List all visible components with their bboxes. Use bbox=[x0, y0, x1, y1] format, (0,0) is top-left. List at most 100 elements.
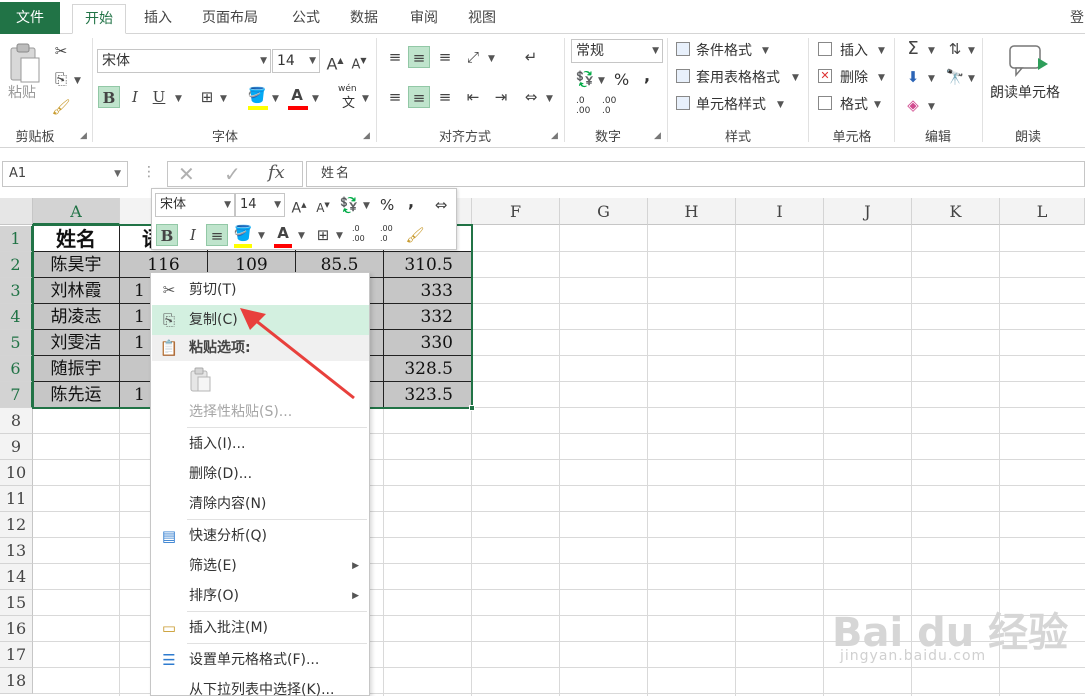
chevron-down-icon[interactable]: ▼ bbox=[928, 102, 935, 112]
increase-decimal-icon[interactable]: .0 .00 bbox=[352, 224, 365, 244]
clipboard-launcher-icon[interactable]: ◢ bbox=[80, 131, 87, 141]
row-header[interactable]: 13 bbox=[0, 538, 33, 564]
format-cells-icon[interactable] bbox=[818, 96, 832, 110]
cell-styles-icon[interactable] bbox=[676, 96, 690, 110]
number-launcher-icon[interactable]: ◢ bbox=[654, 131, 661, 141]
row-header[interactable]: 3 bbox=[0, 278, 33, 304]
fill-color-dropdown-icon[interactable]: ▼ bbox=[272, 94, 279, 104]
tab-review[interactable]: 审阅 bbox=[398, 4, 450, 34]
font-color-dropdown-icon[interactable]: ▼ bbox=[312, 94, 319, 104]
tab-home[interactable]: 开始 bbox=[72, 4, 126, 34]
row-header[interactable]: 7 bbox=[0, 382, 33, 408]
chevron-down-icon[interactable]: ▼ bbox=[792, 73, 799, 83]
increase-indent-icon[interactable]: ⇥ bbox=[490, 86, 512, 108]
format-as-table-button[interactable]: 套用表格格式 bbox=[696, 67, 780, 87]
increase-decimal-icon[interactable]: .0 .00 bbox=[576, 96, 590, 116]
column-header[interactable]: L bbox=[1000, 198, 1085, 225]
decrease-font-icon[interactable]: A▼ bbox=[312, 194, 334, 216]
table-format-icon[interactable] bbox=[676, 69, 690, 83]
paste-button-label[interactable]: 粘贴 bbox=[8, 82, 36, 102]
speak-cells-icon[interactable] bbox=[1008, 44, 1050, 78]
bold-icon[interactable]: B bbox=[156, 224, 178, 246]
borders-icon[interactable]: ⊞ bbox=[312, 224, 334, 246]
align-center-icon[interactable]: ≡ bbox=[408, 86, 430, 108]
insert-cells-button[interactable]: 插入 bbox=[840, 40, 868, 60]
column-header[interactable]: G bbox=[560, 198, 648, 225]
accounting-format-icon[interactable]: 💱 bbox=[338, 194, 360, 216]
column-header[interactable]: K bbox=[912, 198, 1000, 225]
font-name-combo[interactable]: 宋体 ▼ bbox=[97, 49, 271, 73]
formula-input[interactable]: 姓名 bbox=[306, 161, 1085, 187]
mini-font-size-combo[interactable]: 14 ▼ bbox=[235, 193, 285, 217]
name-box[interactable]: A1 ▼ bbox=[2, 161, 128, 187]
borders-icon[interactable]: ⊞ bbox=[196, 86, 218, 108]
row-header[interactable]: 11 bbox=[0, 486, 33, 512]
percent-style-icon[interactable]: % bbox=[380, 196, 394, 214]
sort-filter-icon[interactable]: ⇅ bbox=[944, 38, 966, 60]
row-header[interactable]: 17 bbox=[0, 642, 33, 668]
menu-item-clear-contents[interactable]: 清除内容(N) bbox=[152, 489, 369, 519]
insert-function-icon[interactable]: fx bbox=[268, 162, 285, 183]
chevron-down-icon[interactable]: ▼ bbox=[114, 162, 121, 186]
row-header[interactable]: 1 bbox=[0, 226, 33, 252]
row-header[interactable]: 14 bbox=[0, 564, 33, 590]
fill-color-icon[interactable]: 🪣 bbox=[246, 84, 268, 106]
menu-item-cut[interactable]: ✂ 剪切(T) bbox=[152, 275, 369, 305]
align-top-icon[interactable]: ≡ bbox=[384, 46, 406, 68]
chevron-down-icon[interactable]: ▼ bbox=[874, 100, 881, 110]
chevron-down-icon[interactable]: ▼ bbox=[968, 74, 975, 84]
chevron-down-icon[interactable]: ▼ bbox=[762, 46, 769, 56]
align-left-icon[interactable]: ≡ bbox=[384, 86, 406, 108]
row-header[interactable]: 5 bbox=[0, 330, 33, 356]
sign-in-link[interactable]: 登 bbox=[1070, 4, 1084, 34]
autosum-icon[interactable]: Σ bbox=[902, 38, 924, 60]
font-color-icon[interactable]: A bbox=[272, 222, 294, 244]
row-header[interactable]: 4 bbox=[0, 304, 33, 330]
cell-styles-button[interactable]: 单元格样式 bbox=[696, 94, 766, 114]
orientation-dropdown-icon[interactable]: ▼ bbox=[488, 54, 495, 64]
conditional-format-button[interactable]: 条件格式 bbox=[696, 40, 752, 60]
align-right-icon[interactable]: ≡ bbox=[434, 86, 456, 108]
decrease-decimal-icon[interactable]: .00 .0 bbox=[602, 96, 616, 116]
chevron-down-icon[interactable]: ▼ bbox=[258, 231, 265, 241]
increase-font-icon[interactable]: A▲ bbox=[288, 194, 310, 217]
cancel-entry-icon[interactable]: ✕ bbox=[178, 162, 195, 186]
merge-dropdown-icon[interactable]: ▼ bbox=[546, 94, 553, 104]
row-header[interactable]: 16 bbox=[0, 616, 33, 642]
decrease-decimal-icon[interactable]: .00 .0 bbox=[380, 224, 393, 244]
comma-style-icon[interactable]: , bbox=[644, 66, 650, 85]
tab-data[interactable]: 数据 bbox=[338, 4, 390, 34]
delete-cells-icon[interactable]: ✕ bbox=[818, 69, 832, 83]
row-header[interactable]: 18 bbox=[0, 668, 33, 694]
row-header[interactable]: 8 bbox=[0, 408, 33, 434]
borders-dropdown-icon[interactable]: ▼ bbox=[220, 94, 227, 104]
tab-file[interactable]: 文件 bbox=[0, 2, 60, 34]
align-middle-icon[interactable]: ≡ bbox=[408, 46, 430, 68]
row-header[interactable]: 10 bbox=[0, 460, 33, 486]
menu-item-insert-comment[interactable]: ▭ 插入批注(M) bbox=[152, 613, 369, 643]
tab-view[interactable]: 视图 bbox=[456, 4, 508, 34]
column-header[interactable]: H bbox=[648, 198, 736, 225]
align-bottom-icon[interactable]: ≡ bbox=[434, 46, 456, 68]
fill-handle[interactable] bbox=[469, 405, 475, 411]
menu-item-insert[interactable]: 插入(I)... bbox=[152, 429, 369, 459]
menu-item-filter[interactable]: 筛选(E) ▶ bbox=[152, 551, 369, 581]
menu-item-format-cells[interactable]: ☰ 设置单元格格式(F)... bbox=[152, 645, 369, 675]
copy-icon[interactable]: ⎘ bbox=[50, 68, 72, 90]
menu-item-sort[interactable]: 排序(O) ▶ bbox=[152, 581, 369, 611]
row-header[interactable]: 12 bbox=[0, 512, 33, 538]
bold-icon[interactable]: B bbox=[98, 86, 120, 108]
underline-dropdown-icon[interactable]: ▼ bbox=[175, 94, 182, 104]
underline-icon[interactable]: U bbox=[148, 86, 170, 108]
chevron-down-icon[interactable]: ▼ bbox=[878, 46, 885, 56]
orientation-icon[interactable]: ⤢ bbox=[462, 46, 484, 68]
merge-center-icon[interactable]: ⇔ bbox=[430, 194, 452, 216]
find-select-icon[interactable]: 🔭 bbox=[944, 66, 966, 88]
format-painter-icon[interactable]: 🖌 bbox=[50, 96, 72, 118]
wrap-text-icon[interactable]: ↵ bbox=[520, 46, 542, 68]
paste-icon[interactable] bbox=[8, 42, 42, 84]
italic-icon[interactable]: I bbox=[124, 86, 146, 108]
row-header[interactable]: 2 bbox=[0, 252, 33, 278]
row-header[interactable]: 15 bbox=[0, 590, 33, 616]
chevron-down-icon[interactable]: ▼ bbox=[298, 231, 305, 241]
